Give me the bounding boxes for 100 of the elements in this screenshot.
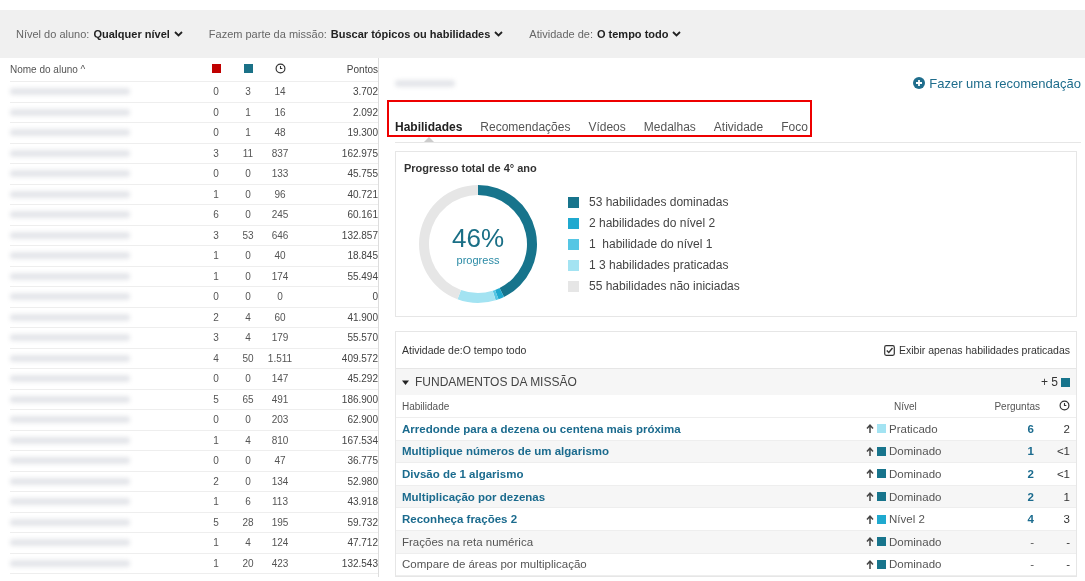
arrow-up-icon (866, 492, 874, 502)
question-count: 6 (1026, 422, 1035, 435)
progress-percent: 46% (451, 222, 504, 254)
legend-label: 53 habilidades dominadas (589, 195, 729, 209)
table-cell-text: 1 (244, 127, 252, 139)
table-cell-text: 0 (212, 414, 220, 426)
time-value: <1 (1055, 468, 1070, 480)
table-cell-text: 53 (241, 229, 255, 241)
practiced-only-checkbox[interactable]: Exibir apenas habilidades praticadas (883, 344, 1070, 356)
table-cell-text: 3 (244, 86, 252, 98)
tab[interactable]: Atividade (713, 120, 764, 142)
column-header: Nível (893, 400, 918, 412)
skill-link[interactable]: Divsão de 1 algarismo (402, 468, 866, 480)
table-cell-text: 1 (212, 557, 220, 569)
table-cell-text: 0 (244, 209, 252, 221)
table-cell-text: 1 (212, 250, 220, 262)
table-cell-text: 0 (212, 291, 220, 303)
table-cell-text: 409.572 (340, 352, 378, 364)
table-cell-text: 5 (212, 516, 220, 528)
column-header: Perguntas (993, 400, 1040, 412)
level-label: Dominado (889, 558, 942, 571)
table-cell-text: 43.918 (346, 496, 378, 508)
group-toggle[interactable]: FUNDAMENTOS DA MISSÃO (402, 375, 577, 389)
table-cell-text: 646 (270, 229, 290, 241)
chevron-down-icon (672, 31, 682, 37)
table-cell-text: 0 (244, 475, 252, 487)
level-label: Praticado (889, 422, 938, 435)
tab[interactable]: Medalhas (643, 120, 696, 142)
filter-dropdown[interactable]: Atividade de: O tempo todo (529, 28, 682, 40)
time-value: 3 (1062, 513, 1070, 526)
filter-dropdown[interactable]: Fazem parte da missão: Buscar tópicos ou habilidades (208, 28, 504, 40)
table-cell-text: 195 (270, 516, 290, 528)
tab[interactable]: Recomendações (480, 120, 571, 142)
table-cell-text: 0 (371, 291, 378, 303)
legend-label: 2 habilidades do nível 2 (589, 216, 716, 230)
table-cell-text: 40 (273, 250, 287, 262)
column-header: Habilidade (402, 400, 451, 412)
skill-link[interactable]: Multiplique números de um algarismo (402, 445, 866, 458)
table-cell-text: 52.980 (346, 475, 378, 487)
table-cell-text: 60 (273, 311, 287, 323)
legend-swatch (568, 196, 579, 208)
table-cell-text: 41.900 (346, 311, 378, 323)
chevron-down-icon (494, 31, 504, 37)
table-cell-text: 0 (244, 168, 252, 180)
filter-dropdown[interactable]: Nível do aluno: Qualquer nível (16, 28, 183, 40)
tab[interactable]: Vídeos (588, 120, 626, 142)
table-cell-text: 45.755 (346, 168, 378, 180)
skill-link[interactable]: Arredonde para a dezena ou centena mais próxima (402, 422, 866, 435)
gain-count: + 5 (1041, 375, 1058, 389)
table-cell-text: 36.775 (346, 455, 378, 467)
question-count: 2 (1026, 468, 1035, 480)
table-cell-text: 162.975 (340, 147, 378, 159)
skill-name: Compare de áreas por multiplicação (402, 558, 588, 571)
question-count: 1 (1026, 445, 1035, 458)
table-cell-text: 147 (270, 373, 290, 385)
table-cell-text: 19.300 (346, 127, 378, 139)
table-cell-text: 96 (273, 188, 287, 200)
table-cell-text: 1 (212, 270, 220, 282)
level-label: Dominado (889, 490, 942, 503)
tab[interactable]: Habilidades (395, 120, 463, 142)
card-title: Progresso total de 4° ano (404, 162, 538, 174)
level-label: Nível 2 (889, 513, 925, 526)
progress-caption: progress (456, 253, 500, 266)
table-cell-text: 245 (270, 209, 290, 221)
recommend-link[interactable]: Fazer uma recomendação (913, 75, 1081, 91)
table-cell-text: 0 (212, 168, 220, 180)
question-count: 2 (1026, 490, 1035, 503)
table-cell-text: 0 (244, 250, 252, 262)
table-cell-text: 3.702 (351, 86, 378, 98)
legend-label: 1 habilidade do nível 1 (589, 237, 713, 251)
table-cell-text: 0 (244, 291, 252, 303)
table-cell-text: 6 (212, 209, 220, 221)
table-cell-text: 810 (270, 434, 290, 446)
table-cell-text: 0 (212, 106, 220, 118)
table-cell-text: 0 (244, 373, 252, 385)
skill-link[interactable]: Reconheça frações 2 (402, 513, 866, 526)
table-cell-text: 1 (244, 106, 252, 118)
table-cell-text: 423 (270, 557, 290, 569)
time-value: - (1065, 558, 1070, 571)
activity-label: Atividade de:O tempo todo (402, 344, 527, 356)
table-cell-text: 124 (270, 537, 290, 549)
table-cell-text: 40.721 (346, 188, 378, 200)
table-cell-text: 113 (271, 496, 289, 508)
question-count: - (1029, 535, 1035, 548)
table-cell-text: 2.092 (351, 106, 378, 118)
table-cell-text: 0 (244, 414, 252, 426)
table-cell-text: 2 (212, 475, 220, 487)
clock-icon (274, 63, 286, 74)
table-cell-text: 18.845 (346, 250, 378, 262)
column-header[interactable]: Pontos (296, 64, 378, 75)
table-cell-text: 4 (244, 434, 252, 446)
column-header[interactable]: Nome do aluno ^ (10, 64, 200, 75)
table-cell-text: 1 (212, 188, 220, 200)
tab[interactable]: Foco (781, 120, 808, 142)
table-cell-text: 0 (212, 86, 220, 98)
table-cell-text: 62.900 (346, 414, 378, 426)
skill-link[interactable]: Multiplicação por dezenas (402, 490, 866, 503)
chevron-down-icon (173, 31, 183, 37)
level-label: Dominado (889, 445, 942, 458)
table-cell-text: 14 (273, 86, 287, 98)
